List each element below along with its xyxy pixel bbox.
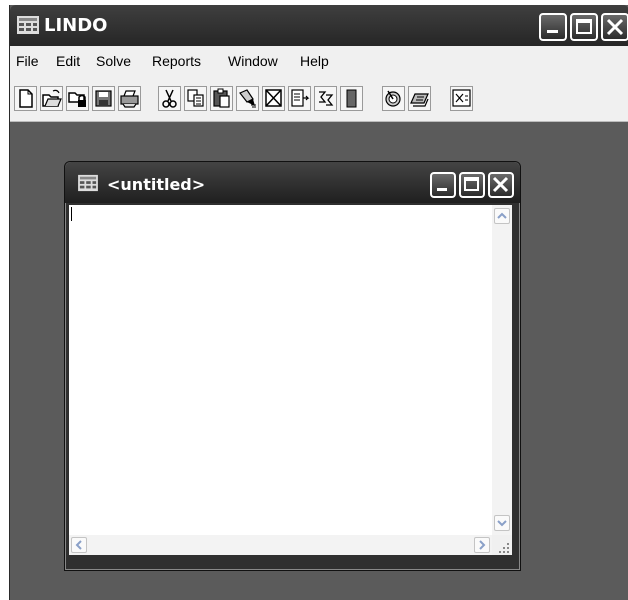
delete-button[interactable] (262, 86, 285, 111)
compile-icon (385, 90, 401, 107)
print-icon (120, 90, 139, 108)
lindo-main-window: LINDO File Edit Solve Reports Window Hel… (9, 5, 628, 600)
chevron-up-icon (497, 212, 507, 219)
save-icon (95, 90, 112, 107)
resize-grip[interactable] (492, 535, 512, 555)
horizontal-scrollbar[interactable] (69, 535, 492, 555)
resize-grip-icon (499, 543, 509, 553)
text-caret (71, 207, 72, 221)
compile-button[interactable] (382, 86, 405, 111)
clear-icon (239, 89, 256, 108)
maximize-button[interactable] (570, 13, 598, 41)
paste-button[interactable] (210, 86, 233, 111)
model-editor[interactable] (69, 205, 492, 535)
options-button[interactable] (408, 86, 431, 111)
maximize-icon (464, 177, 479, 191)
minimize-icon (547, 30, 558, 33)
menu-reports[interactable]: Reports (152, 53, 201, 69)
options-icon (410, 93, 429, 107)
sum-icon (319, 91, 334, 106)
child-close-button[interactable] (488, 172, 514, 198)
chevron-right-icon (479, 540, 486, 550)
child-titlebar[interactable]: <untitled> (65, 162, 520, 203)
document-icon (78, 174, 98, 192)
find-icon (291, 89, 310, 107)
solve-icon (346, 89, 357, 108)
copy-icon (187, 89, 204, 107)
open-icon (42, 89, 62, 107)
paste-icon (213, 88, 230, 108)
open-button[interactable] (40, 86, 63, 111)
open-readonly-icon (68, 92, 86, 107)
print-button[interactable] (118, 86, 141, 111)
lindo-app-icon (17, 16, 39, 34)
new-button[interactable] (14, 86, 37, 111)
untitled-child-window: <untitled> (64, 161, 521, 571)
minimize-button[interactable] (539, 13, 567, 41)
scroll-right-button[interactable] (474, 537, 490, 553)
menu-bar: File Edit Solve Reports Window Help (10, 46, 628, 80)
menu-help[interactable]: Help (300, 53, 329, 69)
clear-button[interactable] (236, 86, 259, 111)
toolbar (10, 79, 628, 122)
menu-edit[interactable]: Edit (56, 53, 80, 69)
close-button[interactable] (601, 13, 628, 41)
save-button[interactable] (92, 86, 115, 111)
solve-button[interactable] (340, 86, 363, 111)
send-to-back-icon (452, 89, 471, 107)
copy-button[interactable] (184, 86, 207, 111)
maximize-icon (576, 19, 592, 34)
new-icon (19, 89, 33, 108)
minimize-icon (437, 188, 447, 191)
menu-window[interactable]: Window (228, 53, 278, 69)
scroll-up-button[interactable] (494, 208, 510, 224)
vertical-scrollbar[interactable] (492, 205, 512, 535)
app-title: LINDO (44, 15, 108, 36)
child-maximize-button[interactable] (459, 172, 485, 198)
chevron-down-icon (497, 520, 507, 527)
send-to-back-button[interactable] (450, 86, 473, 111)
menu-solve[interactable]: Solve (96, 53, 131, 69)
scroll-left-button[interactable] (71, 537, 87, 553)
menu-file[interactable]: File (16, 53, 39, 69)
child-minimize-button[interactable] (430, 172, 456, 198)
app-titlebar[interactable]: LINDO (10, 5, 628, 46)
cut-button[interactable] (158, 86, 181, 111)
close-icon (492, 176, 509, 193)
delete-icon (265, 89, 282, 107)
scroll-down-button[interactable] (494, 515, 510, 531)
close-icon (606, 18, 624, 36)
open-readonly-button[interactable] (66, 86, 89, 111)
chevron-left-icon (75, 540, 82, 550)
find-button[interactable] (288, 86, 311, 111)
cut-icon (162, 89, 177, 108)
sum-button[interactable] (314, 86, 337, 111)
child-title: <untitled> (107, 175, 206, 194)
